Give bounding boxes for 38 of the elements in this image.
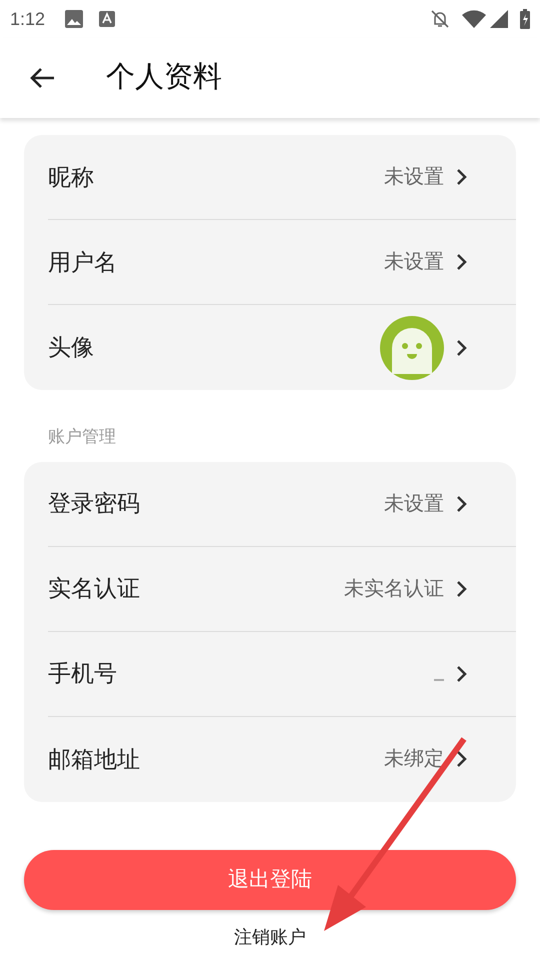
signal-icon [490, 10, 508, 28]
settings-row[interactable]: 手机号 [48, 632, 516, 716]
settings-row[interactable]: 登录密码 未设置 [48, 462, 516, 546]
image-icon [65, 10, 84, 28]
row-value: 未设置 [384, 250, 444, 275]
settings-row[interactable]: 邮箱地址 未绑定 [48, 716, 516, 802]
cancel-account-link[interactable]: 注销账户 [234, 924, 306, 950]
bell-off-icon [430, 9, 450, 29]
status-time: 1:12 [10, 8, 46, 30]
settings-row[interactable]: 用户名 未设置 [48, 220, 516, 305]
battery-icon [520, 9, 530, 29]
back-arrow-icon [28, 66, 56, 90]
row-label: 手机号 [48, 659, 118, 688]
row-label: 用户名 [48, 248, 118, 277]
page-title: 个人资料 [106, 60, 222, 96]
row-label: 邮箱地址 [48, 744, 141, 774]
row-value: 未设置 [384, 492, 444, 516]
wifi-icon [462, 10, 486, 28]
chevron-right-icon [456, 664, 468, 682]
chevron-right-icon [456, 338, 468, 356]
row-label: 实名认证 [48, 574, 141, 604]
row-label: 昵称 [48, 162, 95, 192]
settings-row[interactable]: 昵称 未设置 [48, 135, 516, 220]
chevron-right-icon [456, 750, 468, 768]
avatar-icon [380, 316, 444, 380]
chevron-right-icon [456, 168, 468, 186]
settings-row[interactable]: 实名认证 未实名认证 [48, 546, 516, 632]
chevron-right-icon [456, 580, 468, 598]
chevron-right-icon [456, 253, 468, 271]
row-label: 登录密码 [48, 489, 141, 518]
row-value: 未绑定 [384, 747, 444, 772]
text-icon [99, 11, 116, 27]
row-value: 未实名认证 [344, 576, 444, 602]
settings-row[interactable]: 头像 [48, 305, 516, 390]
row-label: 头像 [48, 333, 95, 362]
section-title: 账户管理 [48, 426, 117, 448]
row-value: 未设置 [384, 165, 444, 190]
chevron-right-icon [456, 494, 468, 512]
